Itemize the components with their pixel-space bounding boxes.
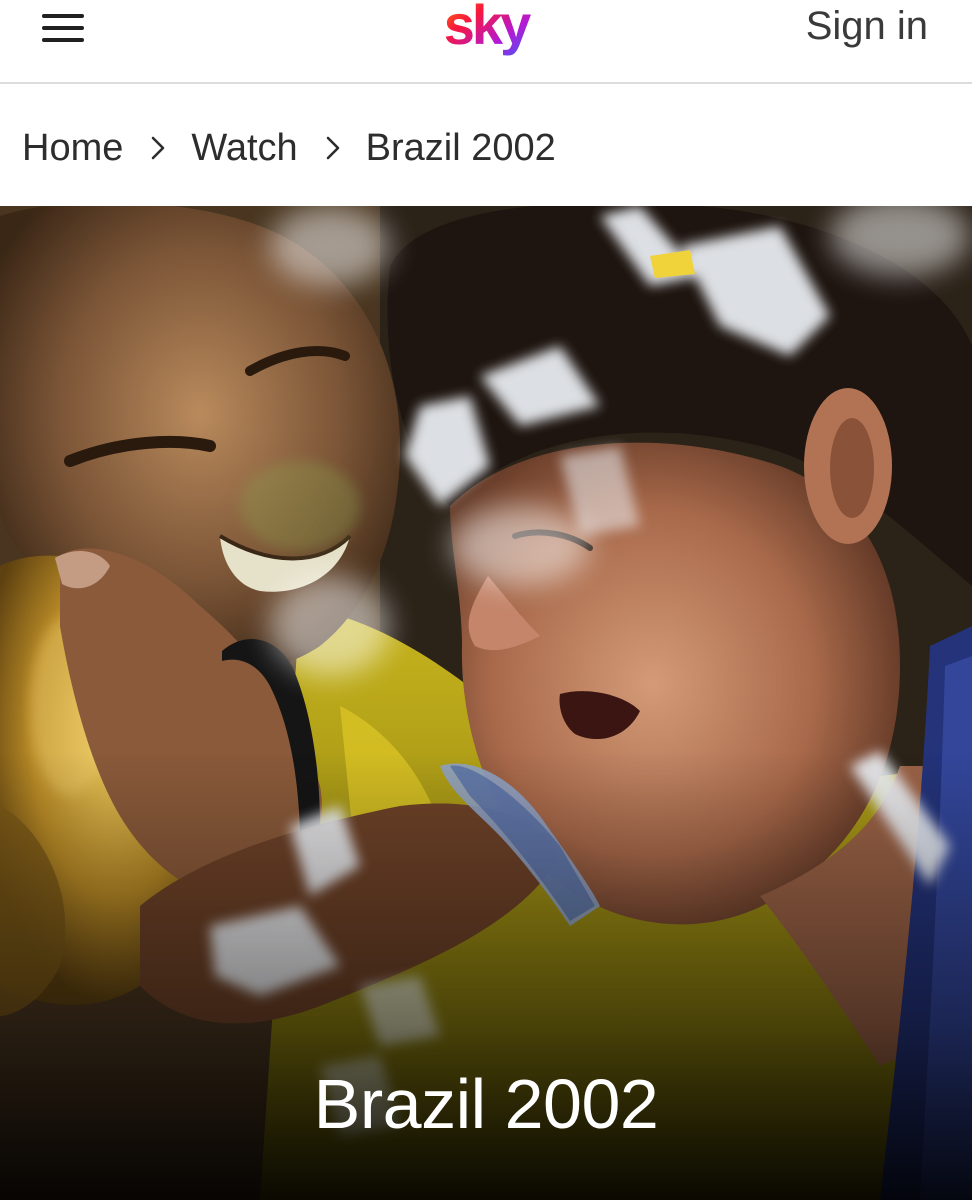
- hero-image: [0, 206, 972, 1200]
- site-header: sky Sign in: [0, 0, 972, 84]
- breadcrumb-home[interactable]: Home: [22, 127, 123, 170]
- logo-text: sky: [444, 0, 531, 56]
- chevron-right-icon: [326, 136, 339, 160]
- sign-in-link[interactable]: Sign in: [806, 2, 928, 50]
- breadcrumb: Home Watch Brazil 2002: [22, 120, 556, 176]
- hero-title: Brazil 2002: [313, 1065, 659, 1143]
- chevron-right-icon: [152, 136, 165, 160]
- sky-logo[interactable]: sky: [430, 0, 542, 64]
- breadcrumb-watch[interactable]: Watch: [191, 127, 297, 170]
- hero-banner[interactable]: Brazil 2002: [0, 206, 972, 1200]
- hamburger-menu-icon[interactable]: [36, 4, 92, 48]
- breadcrumb-current: Brazil 2002: [365, 126, 556, 169]
